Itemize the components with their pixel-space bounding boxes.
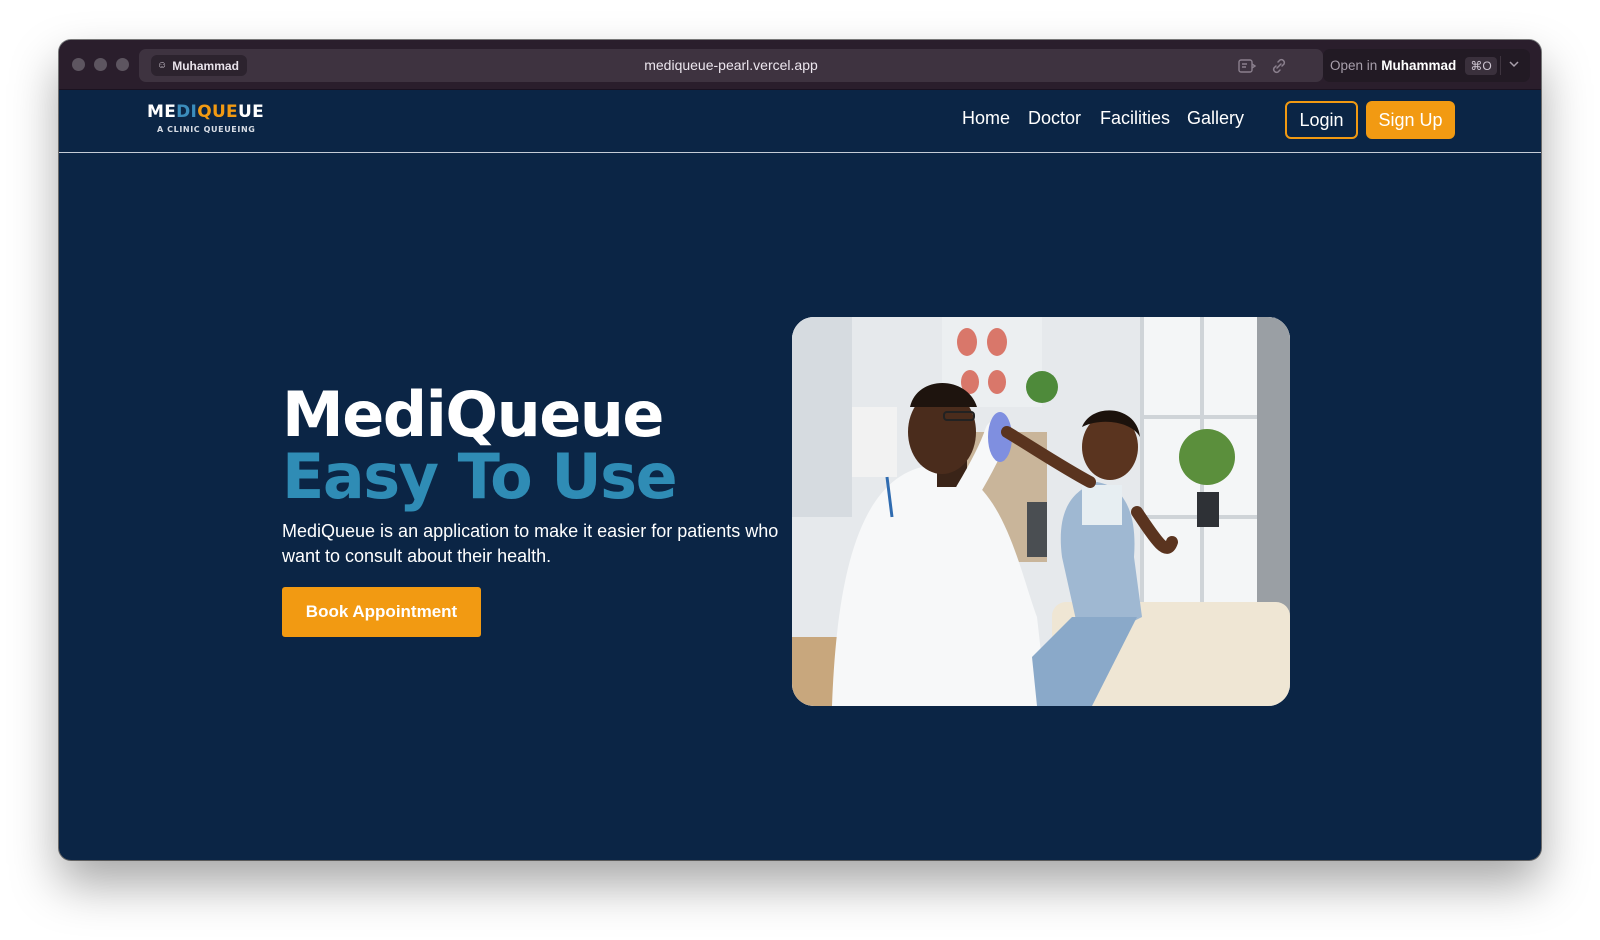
minimize-window-button[interactable] [94,58,107,71]
signup-button[interactable]: Sign Up [1366,101,1455,139]
open-in-profile-name: Muhammad [1381,58,1457,73]
site-logo[interactable]: MEDIQUEUE A CLINIC QUEUEING [147,102,264,134]
logo-tagline: A CLINIC QUEUEING [157,125,256,134]
divider [1500,56,1501,75]
nav-gallery[interactable]: Gallery [1187,108,1244,129]
hero-description: MediQueue is an application to make it e… [282,521,779,566]
hero-subtitle: Easy To Use [282,440,678,513]
login-button[interactable]: Login [1285,101,1358,139]
book-appointment-button[interactable]: Book Appointment [282,587,481,637]
nav-home[interactable]: Home [962,108,1010,129]
site-navbar: MEDIQUEUE A CLINIC QUEUEING Home Doctor … [59,90,1541,153]
logo-wordmark: MEDIQUEUE [147,102,264,122]
url-text[interactable]: mediqueue-pearl.vercel.app [139,57,1323,73]
logo-part-me: ME [147,102,177,122]
chevron-down-icon[interactable] [1508,58,1520,73]
open-in-label: Open in [1330,58,1378,73]
link-icon[interactable] [1269,56,1289,76]
logo-part-di: DI [176,102,198,122]
address-bar[interactable]: ☺ Muhammad mediqueue-pearl.vercel.app [139,49,1323,82]
logo-part-que: QUE [197,102,238,122]
logo-part-ue: UE [237,102,264,122]
window-controls [72,58,129,71]
hero-title: MediQueue [282,378,664,451]
nav-facilities[interactable]: Facilities [1100,108,1170,129]
browser-titlebar: ☺ Muhammad mediqueue-pearl.vercel.app Op… [59,40,1541,90]
zoom-window-button[interactable] [116,58,129,71]
nav-doctor[interactable]: Doctor [1028,108,1081,129]
browser-window: ☺ Muhammad mediqueue-pearl.vercel.app Op… [59,40,1541,860]
shortcut-badge: ⌘O [1465,56,1497,75]
close-window-button[interactable] [72,58,85,71]
open-in-profile-button[interactable]: Open in Muhammad ⌘O [1323,49,1530,82]
hero-photo-doctor-and-child [792,317,1290,706]
reader-mode-icon[interactable] [1237,56,1257,76]
